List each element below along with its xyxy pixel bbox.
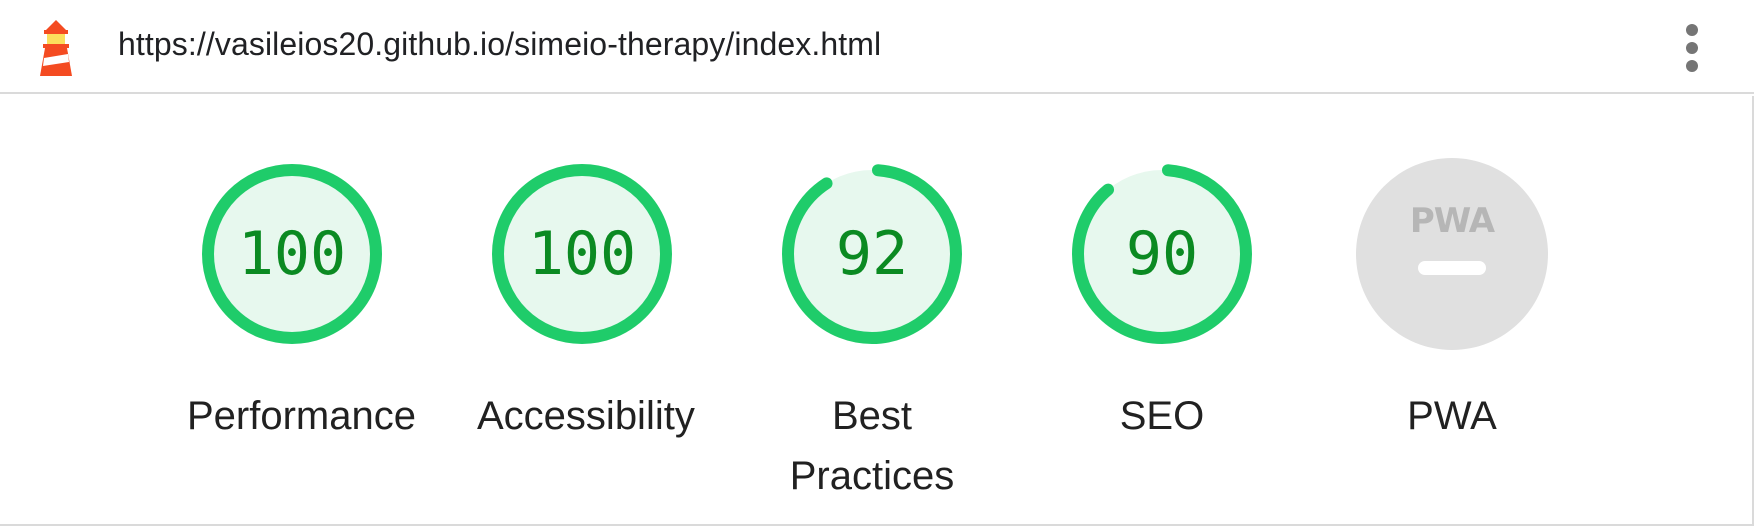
gauge-score: 92: [836, 219, 908, 289]
gauge-score: 100: [238, 219, 346, 289]
gauge-label: PWA: [1407, 394, 1497, 438]
gauge-label: SEO: [1119, 394, 1205, 438]
gauge-seo[interactable]: 90 SEO: [1017, 156, 1307, 446]
lighthouse-icon: [40, 20, 72, 76]
pwa-badge: PWA: [1356, 158, 1548, 350]
gauge-label: Best Practices: [789, 394, 955, 498]
gauge-score: 90: [1126, 219, 1198, 289]
not-applicable-dash-icon: [1418, 261, 1486, 275]
report-url[interactable]: https://vasileios20.github.io/simeio-the…: [118, 26, 881, 63]
gauge-ring: 90: [1072, 164, 1252, 344]
gauge-label: Performance: [187, 394, 416, 438]
scores-panel: 100 Performance 100 Accessibility 92 Bes…: [0, 96, 1754, 526]
more-menu-button[interactable]: [1672, 20, 1712, 76]
gauge-ring: 92: [782, 164, 962, 344]
gauge-score: 100: [528, 219, 636, 289]
report-topbar: https://vasileios20.github.io/simeio-the…: [0, 0, 1754, 94]
pwa-background: [1356, 158, 1548, 350]
gauge-accessibility[interactable]: 100 Accessibility: [437, 156, 727, 446]
gauge-ring: 100: [492, 164, 672, 344]
gauge-label: Accessibility: [477, 394, 695, 438]
menu-dot: [1686, 42, 1698, 54]
menu-dot: [1686, 24, 1698, 36]
gauge-best-practices[interactable]: 92 Best Practices: [727, 156, 1017, 506]
pwa-logo-icon: PWA: [1410, 201, 1496, 241]
gauge-ring: 100: [202, 164, 382, 344]
gauge-performance[interactable]: 100 Performance: [147, 156, 437, 446]
gauge-pwa[interactable]: PWA PWA: [1307, 156, 1597, 446]
menu-dot: [1686, 60, 1698, 72]
